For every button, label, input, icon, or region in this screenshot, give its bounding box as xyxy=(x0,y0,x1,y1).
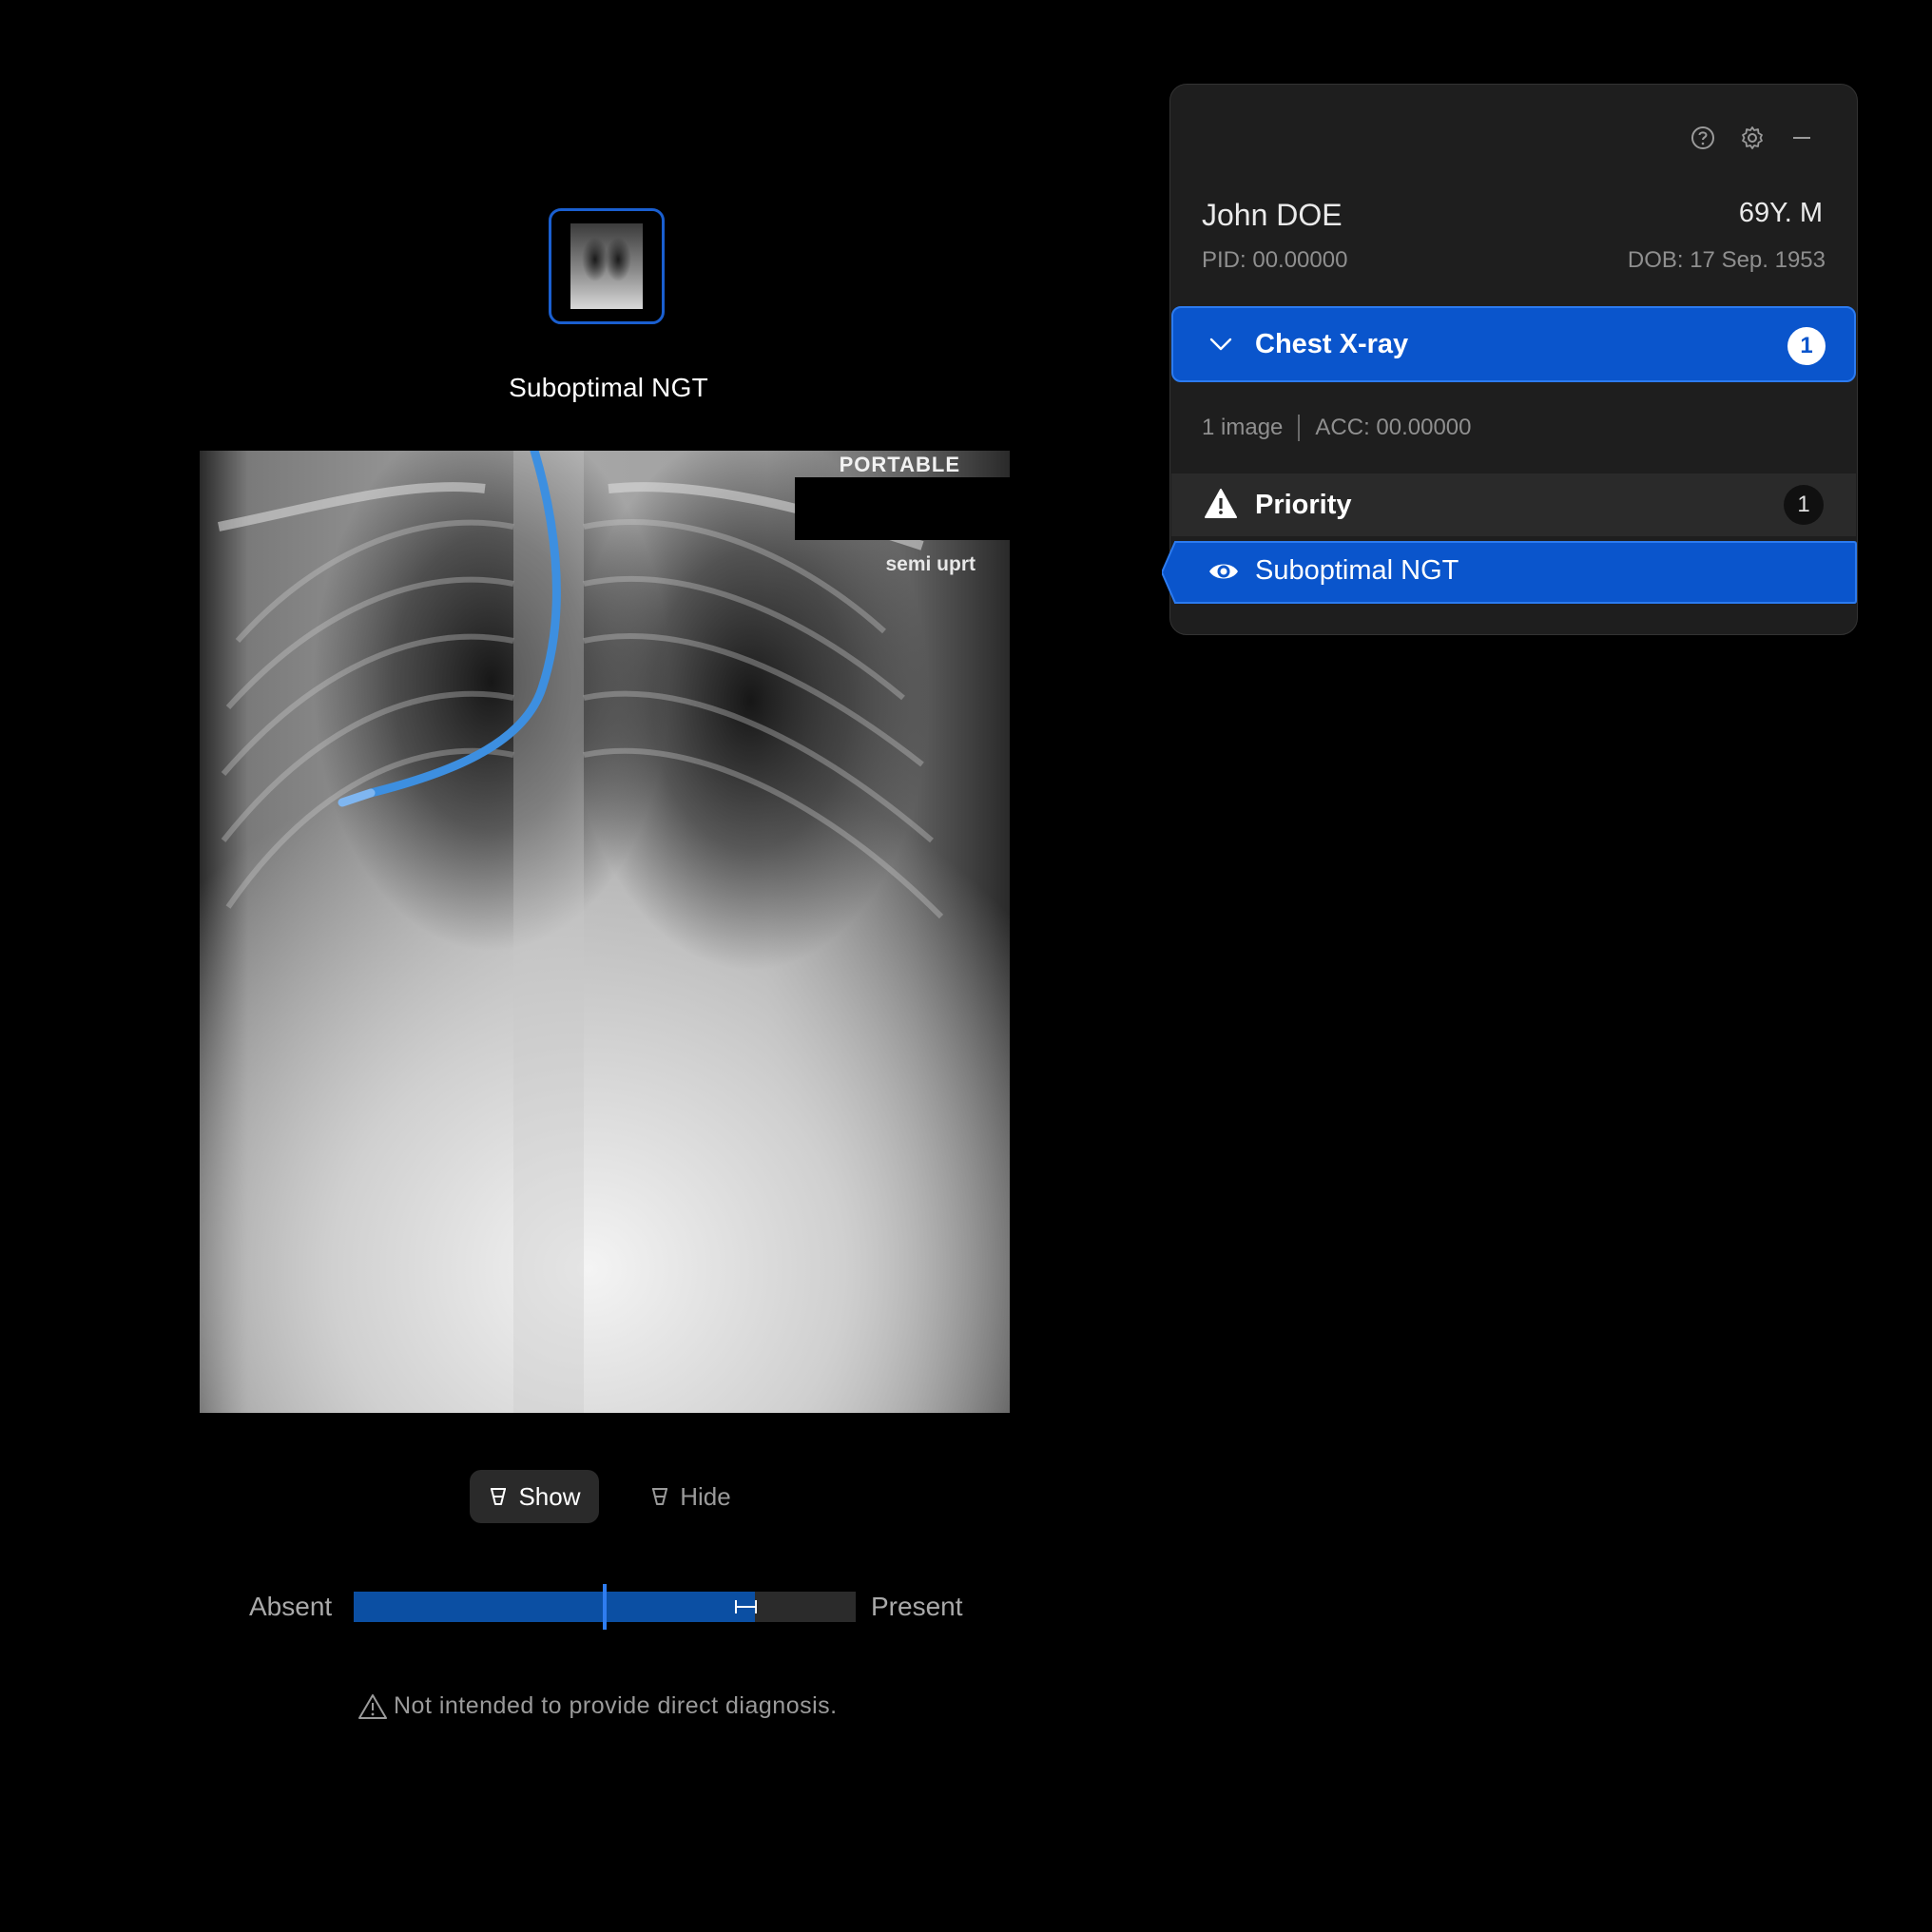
likelihood-fill xyxy=(354,1592,756,1622)
priority-group[interactable]: Priority 1 xyxy=(1171,473,1856,536)
study-accession: ACC: 00.00000 xyxy=(1315,415,1472,440)
thumbnail-xray-image xyxy=(570,223,643,309)
eye-icon xyxy=(1209,564,1238,579)
finding-item-suboptimal-ngt[interactable]: Suboptimal NGT xyxy=(1162,540,1858,605)
xray-portable-label: PORTABLE xyxy=(839,453,960,476)
warning-outline-icon xyxy=(358,1693,387,1719)
hide-overlay-button[interactable]: Hide xyxy=(629,1470,751,1523)
overlay-icon xyxy=(652,1488,668,1505)
warning-icon xyxy=(1205,489,1237,518)
study-image-count: 1 image xyxy=(1202,415,1284,440)
patient-dob: DOB: 17 Sep. 1953 xyxy=(1627,247,1826,273)
priority-label: Priority xyxy=(1255,490,1352,520)
hide-label: Hide xyxy=(680,1481,731,1511)
finding-title: Suboptimal NGT xyxy=(509,373,708,402)
redaction-box xyxy=(795,477,1010,540)
help-icon[interactable] xyxy=(1689,124,1717,152)
show-overlay-button[interactable]: Show xyxy=(470,1470,599,1523)
meta-divider xyxy=(1298,415,1301,441)
xray-anatomy xyxy=(218,451,944,1413)
study-count-badge: 1 xyxy=(1787,327,1826,365)
image-thumbnail[interactable] xyxy=(549,208,665,324)
show-label: Show xyxy=(518,1481,581,1511)
study-meta: 1 image ACC: 00.00000 xyxy=(1202,415,1472,441)
chevron-down-icon xyxy=(1209,338,1232,351)
settings-icon[interactable] xyxy=(1738,124,1767,152)
disclaimer-text: Not intended to provide direct diagnosis… xyxy=(394,1692,838,1719)
scale-present-label: Present xyxy=(871,1592,963,1621)
likelihood-range-indicator xyxy=(735,1600,758,1613)
finding-label: Suboptimal NGT xyxy=(1255,555,1459,586)
xray-position-label: semi uprt xyxy=(885,553,976,575)
study-chest-xray[interactable]: Chest X-ray 1 xyxy=(1171,306,1856,382)
xray-image[interactable]: PORTABLE semi uprt xyxy=(200,451,1010,1413)
minimize-icon[interactable] xyxy=(1787,124,1816,152)
likelihood-scale xyxy=(354,1584,856,1630)
priority-count-badge: 1 xyxy=(1784,485,1824,525)
disclaimer: Not intended to provide direct diagnosis… xyxy=(357,1692,838,1720)
patient-age-sex: 69Y. M xyxy=(1738,198,1823,228)
scale-absent-label: Absent xyxy=(249,1592,333,1621)
likelihood-marker xyxy=(603,1584,607,1630)
patient-id: PID: 00.00000 xyxy=(1202,247,1348,273)
overlay-icon xyxy=(491,1488,507,1505)
study-label: Chest X-ray xyxy=(1255,329,1409,359)
patient-name: John DOE xyxy=(1202,198,1343,232)
